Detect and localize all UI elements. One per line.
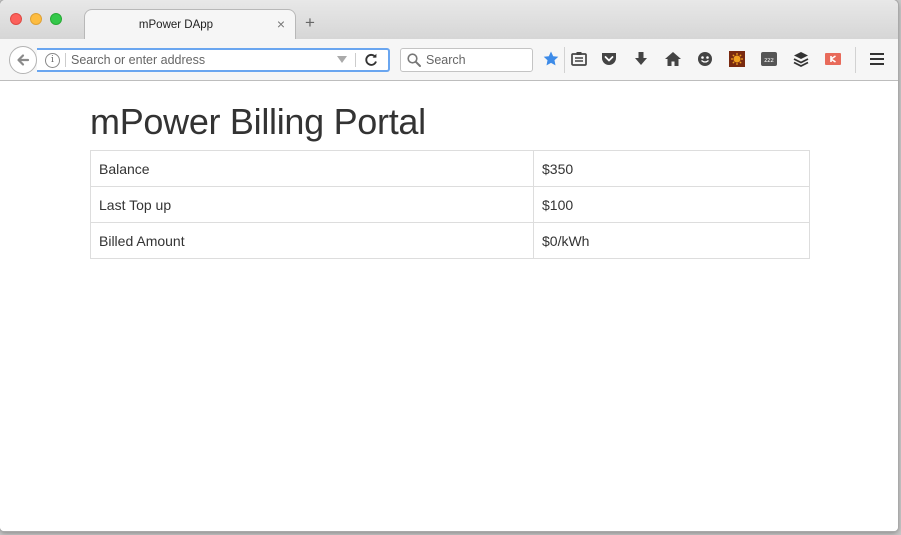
new-tab-button[interactable]: + — [305, 14, 315, 31]
home-icon[interactable] — [664, 50, 682, 68]
search-bar[interactable] — [400, 48, 533, 72]
hamburger-menu-icon[interactable] — [868, 50, 886, 68]
browser-window: mPower DApp × + i Search or enter addres… — [0, 0, 898, 531]
svg-text:zzz: zzz — [764, 57, 773, 64]
bookmark-star-icon[interactable] — [542, 50, 560, 68]
tab-active[interactable]: mPower DApp × — [84, 9, 296, 40]
zzz-icon[interactable]: zzz — [760, 50, 778, 68]
layers-icon[interactable] — [792, 50, 810, 68]
window-maximize-button[interactable] — [50, 13, 62, 25]
page-content: mPower Billing Portal Balance $350 Last … — [0, 81, 898, 531]
table-row: Last Top up $100 — [90, 186, 810, 223]
table-row: Billed Amount $0/kWh — [90, 222, 810, 259]
billed-amount-value: $0/kWh — [533, 222, 810, 259]
extension-sun-icon[interactable] — [728, 50, 746, 68]
pocket-icon[interactable] — [600, 50, 618, 68]
last-top-up-value: $100 — [533, 186, 810, 223]
k-extension-icon[interactable] — [824, 50, 842, 68]
balance-value: $350 — [533, 150, 810, 187]
toolbar-divider — [564, 47, 565, 73]
window-minimize-button[interactable] — [30, 13, 42, 25]
url-history-dropdown-icon[interactable] — [337, 56, 347, 63]
page-title: mPower Billing Portal — [90, 101, 426, 142]
tab-title: mPower DApp — [138, 19, 214, 31]
search-input[interactable] — [426, 50, 526, 70]
url-divider-2 — [355, 53, 356, 67]
back-arrow-icon — [17, 54, 30, 66]
url-input[interactable] — [71, 50, 331, 70]
emoji-icon[interactable] — [696, 50, 714, 68]
last-top-up-label: Last Top up — [90, 186, 534, 223]
info-icon[interactable]: i — [45, 53, 60, 68]
billing-table: Balance $350 Last Top up $100 Billed Amo… — [90, 150, 810, 259]
table-row: Balance $350 — [90, 150, 810, 187]
search-icon — [407, 53, 421, 67]
download-icon[interactable] — [632, 50, 650, 68]
tab-close-icon[interactable]: × — [277, 17, 285, 31]
toolbar-divider — [855, 47, 856, 73]
back-button[interactable] — [9, 46, 37, 74]
navigation-toolbar: i Search or enter address Search zzz — [0, 39, 898, 81]
billed-amount-label: Billed Amount — [90, 222, 534, 259]
reload-icon[interactable] — [363, 52, 379, 68]
balance-label: Balance — [90, 150, 534, 187]
url-divider — [65, 53, 66, 67]
reading-list-icon[interactable] — [570, 50, 588, 68]
window-close-button[interactable] — [10, 13, 22, 25]
url-bar[interactable]: i — [37, 48, 390, 72]
tab-strip: mPower DApp × + — [0, 0, 898, 40]
